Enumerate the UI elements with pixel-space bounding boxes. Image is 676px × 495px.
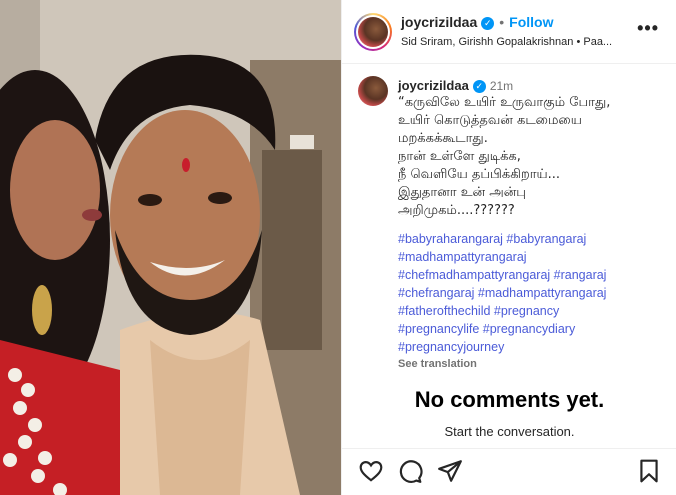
caption-avatar[interactable]: [358, 76, 388, 106]
audio-credit[interactable]: Sid Sriram, Girishh Gopalakrishnan • Paa…: [401, 36, 631, 48]
hashtag-line[interactable]: #pregnancyjourney: [398, 338, 668, 356]
follow-button[interactable]: Follow: [509, 14, 553, 30]
caption-section: joycrizildaa ✓ 21m “கருவிலே உயிர் உருவாகும…: [342, 64, 676, 384]
heart-icon[interactable]: [358, 458, 384, 484]
see-translation-link[interactable]: See translation: [398, 358, 668, 370]
caption-time: 21m: [489, 79, 514, 93]
post-header: joycrizildaa ✓ • Follow Sid Sriram, Girishh…: [342, 0, 676, 64]
no-comments-title: No comments yet.: [414, 387, 605, 412]
comment-icon[interactable]: [397, 458, 423, 484]
start-conversation-text: Start the conversation.: [444, 424, 575, 439]
author-avatar[interactable]: [354, 13, 392, 51]
bookmark-icon[interactable]: [636, 458, 662, 484]
header-user-line: joycrizildaa ✓ • Follow: [401, 14, 554, 30]
action-bar: [342, 448, 676, 495]
hashtag-line[interactable]: #babyraharangaraj #babyrangaraj: [398, 230, 668, 248]
caption-user-line: joycrizildaa ✓ 21m: [398, 78, 668, 93]
caption-body: joycrizildaa ✓ 21m “கருவிலே உயிர் உருவாகும…: [398, 78, 668, 370]
hashtag-line[interactable]: #chefmadhampattyrangaraj #rangaraj: [398, 266, 668, 284]
more-icon[interactable]: •••: [637, 18, 659, 39]
hashtag-line[interactable]: #pregnancylife #pregnancydiary: [398, 320, 668, 338]
post-photo[interactable]: [0, 0, 341, 495]
author-username[interactable]: joycrizildaa: [401, 14, 477, 30]
hashtag-line[interactable]: #chefrangaraj #madhampattyrangaraj: [398, 284, 668, 302]
caption-username[interactable]: joycrizildaa: [398, 78, 469, 93]
separator-dot: •: [499, 14, 505, 30]
hashtag-line[interactable]: #fatherofthechild #pregnancy: [398, 302, 668, 320]
hashtags: #babyraharangaraj #babyrangaraj #madhamp…: [398, 230, 668, 356]
verified-icon: ✓: [472, 80, 486, 93]
hashtag-line[interactable]: #madhampattyrangaraj: [398, 248, 668, 266]
caption-text: “கருவிலே உயிர் உருவாகும் போது, உயிர் கொட…: [398, 95, 611, 218]
verified-icon: ✓: [481, 17, 495, 30]
photo-illustration: [0, 0, 341, 495]
post-details-panel: joycrizildaa ✓ • Follow Sid Sriram, Girishh…: [341, 0, 676, 495]
share-icon[interactable]: [437, 458, 463, 484]
